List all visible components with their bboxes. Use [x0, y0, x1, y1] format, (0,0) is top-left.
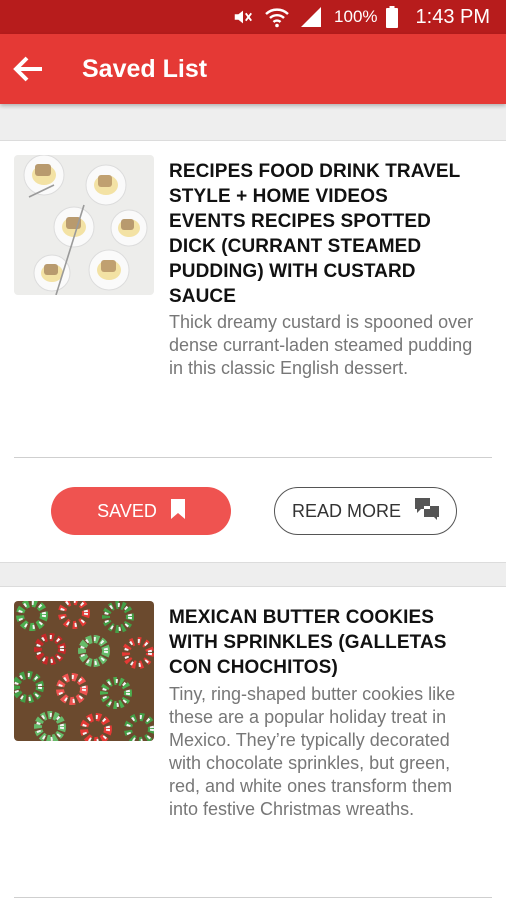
item-title[interactable]: RECIPES FOOD DRINK TRAVEL STYLE + HOME V… — [169, 159, 469, 309]
read-more-button[interactable]: READ MORE — [274, 487, 457, 535]
status-bar: 100% 1:43 PM — [0, 0, 506, 34]
saved-item-card[interactable]: MEXICAN BUTTER COOKIES WITH SPRINKLES (G… — [0, 586, 506, 900]
item-title[interactable]: MEXICAN BUTTER COOKIES WITH SPRINKLES (G… — [169, 605, 469, 680]
saved-button[interactable]: SAVED — [51, 487, 231, 535]
item-description: Tiny, ring-shaped butter cookies like th… — [169, 684, 456, 819]
battery-icon — [385, 5, 398, 29]
back-arrow-icon[interactable] — [0, 34, 58, 104]
app-bar: Saved List — [0, 34, 506, 104]
saved-item-card[interactable]: RECIPES FOOD DRINK TRAVEL STYLE + HOME V… — [0, 140, 506, 563]
read-more-label: READ MORE — [291, 500, 401, 521]
comments-icon — [415, 497, 439, 525]
page-title: Saved List — [82, 54, 208, 83]
battery-percent: 100% — [334, 7, 378, 26]
item-description: Thick dreamy custard is spooned over den… — [169, 312, 474, 378]
clock: 1:43 PM — [415, 5, 490, 28]
divider — [14, 897, 492, 898]
item-thumbnail[interactable] — [14, 155, 154, 295]
signal-icon — [298, 5, 324, 29]
item-thumbnail[interactable] — [14, 601, 154, 741]
bookmark-icon — [170, 498, 185, 524]
mute-icon — [230, 5, 256, 29]
divider — [14, 457, 492, 458]
saved-button-label: SAVED — [97, 500, 157, 521]
wifi-icon — [264, 5, 290, 29]
